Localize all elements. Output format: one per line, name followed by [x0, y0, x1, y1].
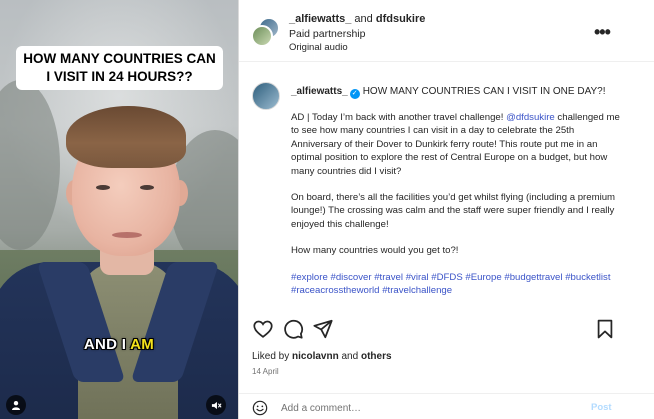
- post-comment-button[interactable]: Post: [591, 402, 612, 413]
- bookmark-icon[interactable]: [594, 318, 616, 340]
- post-caption-header: _alfiewatts_ ✓ HOW MANY COUNTRIES CAN I VI…: [291, 85, 606, 99]
- and-text: and: [351, 13, 376, 25]
- instagram-post-view: HOW MANY COUNTRIES CAN I VISIT IN 24 HOU…: [0, 0, 654, 419]
- comment-bar: Post: [239, 393, 654, 419]
- user-icon: [12, 401, 20, 410]
- collab-line: _alfiewatts_ and dfdsukire: [289, 12, 425, 26]
- hashtag-link[interactable]: #budgettravel: [504, 272, 562, 283]
- caption-highlight: AM: [130, 336, 155, 353]
- eye-left: [96, 185, 110, 190]
- mute-button[interactable]: [206, 395, 226, 415]
- mouth: [112, 232, 142, 238]
- hashtag-link[interactable]: #discover: [330, 272, 371, 283]
- comment-input[interactable]: [281, 400, 581, 416]
- author-username[interactable]: _alfiewatts_: [291, 86, 348, 97]
- post-title: HOW MANY COUNTRIES CAN I VISIT IN ONE DA…: [362, 86, 606, 97]
- more-options-icon[interactable]: •••: [594, 22, 611, 43]
- hashtag-link[interactable]: #viral: [406, 272, 429, 283]
- verified-badge-icon: ✓: [349, 89, 360, 99]
- caption-text: AND I: [83, 336, 131, 353]
- video-caption: AND I AM: [0, 336, 238, 353]
- post-header: _alfiewatts_ and dfdsukire Paid partners…: [239, 0, 654, 62]
- post-details-panel: _alfiewatts_ and dfdsukire Paid partners…: [238, 0, 654, 419]
- post-date[interactable]: 14 April: [252, 367, 279, 376]
- username-link-2[interactable]: dfdsukire: [376, 13, 426, 25]
- caption-paragraph-3: How many countries would you get to?!: [291, 245, 459, 257]
- paid-partnership-label[interactable]: Paid partnership: [289, 27, 425, 41]
- emoji-icon[interactable]: [252, 400, 268, 416]
- header-text: _alfiewatts_ and dfdsukire Paid partners…: [289, 12, 425, 54]
- likes-and: and: [338, 351, 361, 362]
- audio-link[interactable]: Original audio: [289, 41, 425, 54]
- caption-body: AD | Today I’m back with another travel …: [291, 111, 621, 297]
- hashtag-link[interactable]: #raceacrosstheworld: [291, 285, 380, 296]
- caption-paragraph-1: AD | Today I’m back with another travel …: [291, 111, 621, 178]
- tagged-users-button[interactable]: [6, 395, 26, 415]
- reel-video[interactable]: HOW MANY COUNTRIES CAN I VISIT IN 24 HOU…: [0, 0, 238, 419]
- caption-paragraph-2: On board, there’s all the facilities you…: [291, 192, 616, 230]
- eye-right: [140, 185, 154, 190]
- likes-summary: Liked by nicolavnn and others: [252, 351, 392, 362]
- hashtag-link[interactable]: #Europe: [465, 272, 501, 283]
- comment-icon[interactable]: [282, 318, 304, 340]
- send-icon[interactable]: [312, 318, 334, 340]
- likes-others-link[interactable]: others: [361, 351, 392, 362]
- hashtag-link[interactable]: #travelchallenge: [382, 285, 452, 296]
- collab-avatars[interactable]: [251, 17, 281, 47]
- username-link[interactable]: _alfiewatts_: [289, 13, 351, 25]
- hashtag-link[interactable]: #DFDS: [431, 272, 462, 283]
- action-bar: [239, 318, 654, 340]
- author-avatar[interactable]: [252, 82, 280, 110]
- heart-icon[interactable]: [252, 318, 274, 340]
- likes-prefix: Liked by: [252, 351, 293, 362]
- hashtag-link[interactable]: #explore: [291, 272, 328, 283]
- hair: [66, 106, 186, 168]
- avatar-dfdsukire[interactable]: [251, 25, 273, 47]
- mute-icon: [211, 401, 222, 409]
- hashtag-link[interactable]: #bucketlist: [565, 272, 610, 283]
- liker-username[interactable]: nicolavnn: [292, 351, 339, 362]
- post-caption-area: _alfiewatts_ ✓ HOW MANY COUNTRIES CAN I VI…: [239, 70, 654, 306]
- mention-link[interactable]: @dfdsukire: [506, 112, 555, 123]
- hashtag-list: #explore #discover #travel #viral #DFDS …: [291, 271, 621, 298]
- video-headline: HOW MANY COUNTRIES CAN I VISIT IN 24 HOU…: [16, 46, 223, 90]
- hashtag-link[interactable]: #travel: [374, 272, 403, 283]
- caption-text-1a: AD | Today I’m back with another travel …: [291, 112, 507, 123]
